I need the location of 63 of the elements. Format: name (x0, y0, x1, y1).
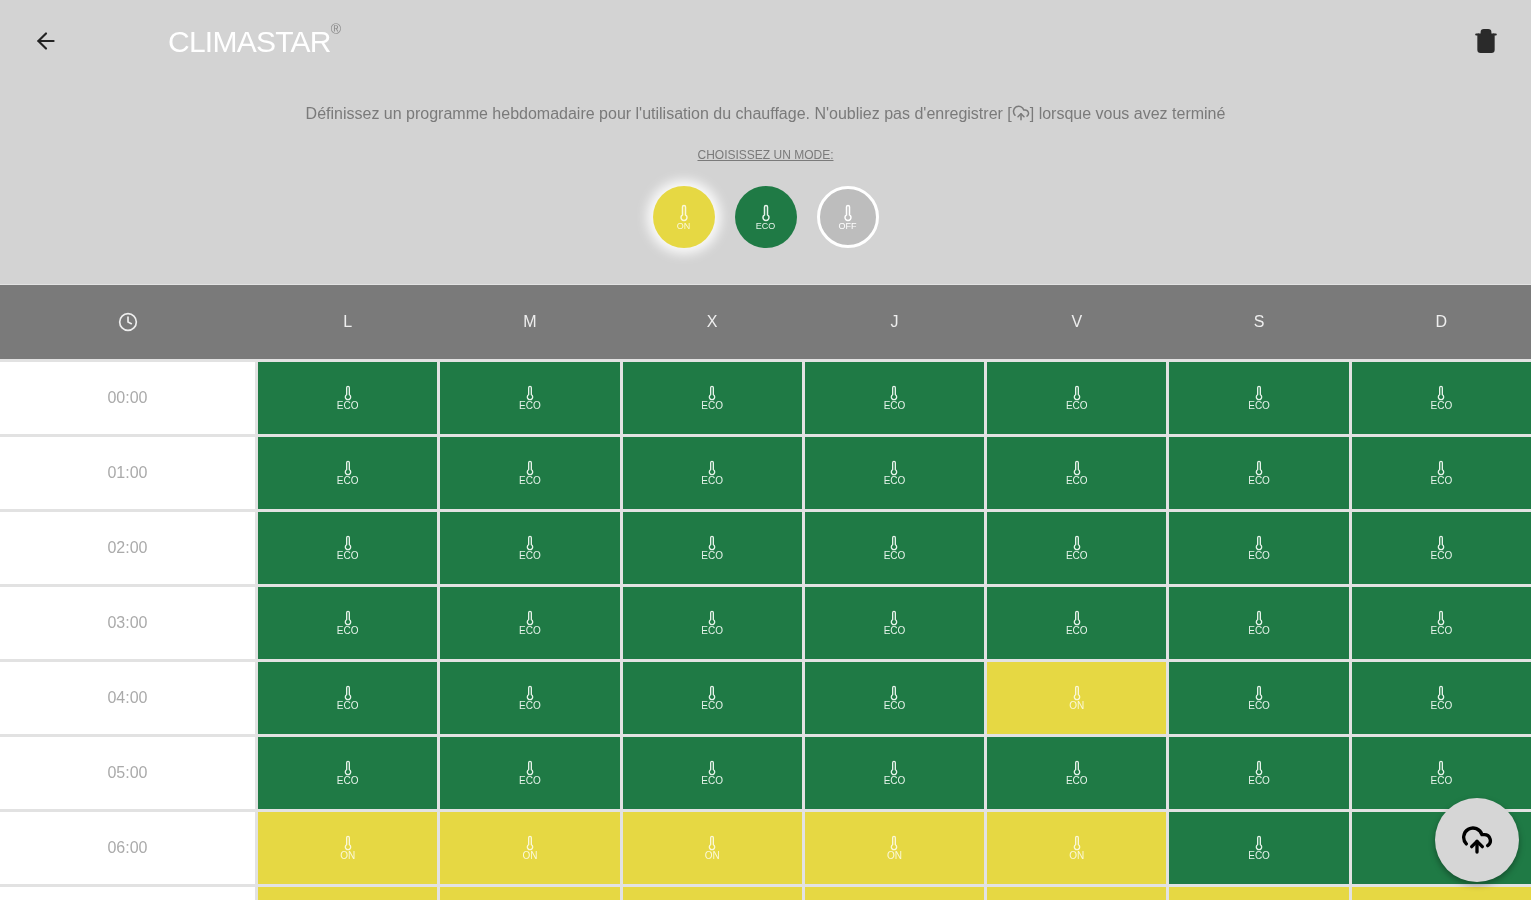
schedule-slot[interactable]: ECO (1169, 512, 1349, 584)
schedule-slot[interactable]: ECO (622, 512, 802, 584)
schedule-slot[interactable]: ECO (258, 587, 438, 659)
schedule-slot[interactable]: ECO (258, 662, 438, 734)
mode-button[interactable]: ECO (734, 186, 797, 248)
cloud-upload-icon (1011, 104, 1030, 122)
schedule-slot[interactable]: ECO (1169, 437, 1349, 509)
schedule-slot[interactable]: ECO (1169, 812, 1349, 884)
schedule-slot[interactable]: ECO (987, 512, 1167, 584)
mode-prompt: CHOISISSEZ UN MODE: (697, 147, 834, 164)
time-cell: 06:00 (0, 812, 255, 884)
time-cell: 01:00 (0, 437, 255, 509)
schedule-slot[interactable]: ECO (804, 662, 985, 734)
schedule-slot[interactable]: ECO (258, 437, 438, 509)
day-header: L (343, 312, 353, 332)
trash-icon (1473, 28, 1499, 54)
schedule-slot[interactable]: ECO (440, 512, 620, 584)
day-header: J (890, 312, 899, 332)
schedule-slot[interactable]: ECO (804, 512, 985, 584)
schedule-slot[interactable]: ECO (440, 437, 620, 509)
schedule-slot[interactable]: ECO (804, 362, 985, 434)
schedule-slot[interactable]: ECO (804, 437, 985, 509)
schedule-slot[interactable]: ECO (1169, 587, 1349, 659)
schedule-slot[interactable]: ECO (987, 362, 1167, 434)
time-cell: 05:00 (0, 737, 255, 809)
schedule-slot[interactable]: ECO (804, 737, 985, 809)
schedule-slot[interactable]: ECO (258, 737, 438, 809)
schedule-slot[interactable]: ECO (258, 362, 438, 434)
clock-icon (117, 312, 138, 332)
schedule-slot[interactable]: ECO (1351, 362, 1531, 434)
schedule-slot[interactable]: ECO (1351, 662, 1531, 734)
day-header: V (1071, 312, 1083, 332)
schedule-slot[interactable]: ECO (622, 737, 802, 809)
schedule-slot[interactable]: ECO (622, 587, 802, 659)
schedule-slot[interactable]: ECO (1351, 737, 1531, 809)
schedule-slot[interactable]: ECO (440, 662, 620, 734)
schedule-slot[interactable]: ECO (622, 437, 802, 509)
day-header: M (523, 312, 537, 332)
schedule-slot[interactable]: ECO (1169, 362, 1349, 434)
schedule-slot[interactable]: ECO (1351, 437, 1531, 509)
schedule-slot[interactable]: ECO (987, 737, 1167, 809)
time-cell: 03:00 (0, 587, 255, 659)
time-cell: 04:00 (0, 662, 255, 734)
schedule-slot[interactable]: ECO (622, 362, 802, 434)
day-header: X (706, 312, 718, 332)
schedule-slot[interactable]: ECO (440, 737, 620, 809)
schedule-slot[interactable]: ECO (440, 587, 620, 659)
schedule-slot[interactable]: ECO (258, 512, 438, 584)
cloud-upload-icon (1461, 824, 1493, 856)
schedule-slot[interactable]: ECO (987, 587, 1167, 659)
schedule-slot[interactable]: ECO (1351, 587, 1531, 659)
schedule-slot[interactable]: ECO (1169, 662, 1349, 734)
schedule-slot[interactable]: ECO (804, 587, 985, 659)
time-cell: 00:00 (0, 362, 255, 434)
day-header: D (1435, 312, 1448, 332)
instructions-text: Définissez un programme hebdomadaire pour l'utilisation du chauffage. N'oubliez pas d'enregistrer [ ] lorsque vous avez terminé (304, 103, 1227, 124)
schedule-slot[interactable]: ECO (440, 362, 620, 434)
day-header: S (1253, 312, 1265, 332)
time-cell: 02:00 (0, 512, 255, 584)
schedule-slot[interactable]: ECO (1169, 737, 1349, 809)
schedule-slot[interactable]: ECO (1351, 512, 1531, 584)
schedule-slot[interactable]: ECO (987, 437, 1167, 509)
schedule-slot[interactable]: ECO (622, 662, 802, 734)
